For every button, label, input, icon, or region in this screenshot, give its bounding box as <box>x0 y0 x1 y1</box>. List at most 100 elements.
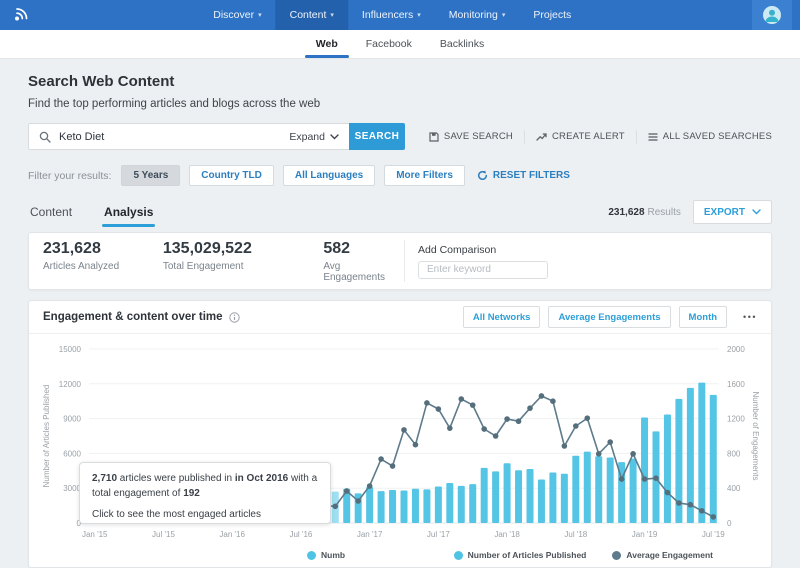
search-query-text: Keto Diet <box>59 131 281 143</box>
search-actions: SAVE SEARCH CREATE ALERT ALL SAVED SEARC… <box>418 130 772 144</box>
svg-text:12000: 12000 <box>59 380 82 389</box>
engagement-chart-card: Engagement & content over time All Netwo… <box>28 300 772 568</box>
save-search-button[interactable]: SAVE SEARCH <box>418 131 524 142</box>
info-icon[interactable] <box>229 312 240 323</box>
tooltip-text: articles were published in <box>117 473 235 484</box>
tooltip-engagement: 192 <box>183 488 200 499</box>
legend-item-average-engagement[interactable]: Average Engagement <box>612 550 713 560</box>
results-word: Results <box>648 207 681 218</box>
search-button[interactable]: SEARCH <box>349 123 405 150</box>
chevron-down-icon <box>330 134 339 140</box>
average-engagements-button[interactable]: Average Engagements <box>548 306 670 328</box>
app-logo[interactable] <box>10 3 32 27</box>
stat-avg-engagements: 582 Avg Engagements <box>309 240 404 283</box>
svg-text:15000: 15000 <box>59 345 82 354</box>
stat-value: 135,029,522 <box>163 240 309 258</box>
reset-filters-button[interactable]: RESET FILTERS <box>477 170 570 181</box>
svg-text:Jul '16: Jul '16 <box>289 530 312 539</box>
trending-up-icon <box>536 132 547 142</box>
summary-stats-card: 231,628 Articles Analyzed 135,029,522 To… <box>28 232 772 290</box>
export-button[interactable]: EXPORT <box>693 200 772 224</box>
export-label: EXPORT <box>704 207 745 218</box>
nav-item-projects[interactable]: Projects <box>519 0 585 30</box>
expand-label: Expand <box>289 131 325 143</box>
legend-item-partial[interactable]: Numb <box>307 550 347 560</box>
filter-label: Filter your results: <box>28 170 111 182</box>
stat-value: 582 <box>323 240 404 258</box>
tooltip-month: in Oct 2016 <box>235 473 288 484</box>
stat-label: Avg Engagements <box>323 261 404 283</box>
chart-body: 0030004006000800900012001200016001500020… <box>29 334 771 567</box>
all-networks-button[interactable]: All Networks <box>463 306 541 328</box>
expand-toggle[interactable]: Expand <box>289 131 339 143</box>
filter-chip-country-tld[interactable]: Country TLD <box>189 165 274 186</box>
tabs-right: 231,628Results EXPORT <box>605 200 772 227</box>
filter-chip-5-years[interactable]: 5 Years <box>121 165 180 186</box>
nav-item-discover[interactable]: Discover ▾ <box>199 0 275 30</box>
stat-articles-analyzed: 231,628 Articles Analyzed <box>29 240 149 283</box>
stat-label: Total Engagement <box>163 261 309 272</box>
svg-text:Jan '19: Jan '19 <box>632 530 658 539</box>
tab-facebook[interactable]: Facebook <box>352 30 426 58</box>
tooltip-line-1: 2,710 articles were published in in Oct … <box>92 472 318 501</box>
comparison-keyword-input[interactable] <box>418 261 548 279</box>
chevron-down-icon <box>752 209 761 215</box>
svg-text:Jan '17: Jan '17 <box>357 530 383 539</box>
chevron-down-icon: ▾ <box>502 11 506 19</box>
svg-text:Jan '18: Jan '18 <box>494 530 520 539</box>
stat-label: Articles Analyzed <box>43 261 149 272</box>
chevron-down-icon: ▾ <box>417 11 421 19</box>
chevron-down-icon: ▾ <box>258 11 262 19</box>
svg-text:Jul '15: Jul '15 <box>152 530 175 539</box>
nav-label: Projects <box>533 9 571 21</box>
page-title: Search Web Content <box>28 73 772 90</box>
svg-text:0: 0 <box>727 519 732 528</box>
stat-total-engagement: 135,029,522 Total Engagement <box>149 240 309 283</box>
create-alert-button[interactable]: CREATE ALERT <box>525 131 636 142</box>
tooltip-articles-count: 2,710 <box>92 473 117 484</box>
svg-text:Number of Articles Published: Number of Articles Published <box>42 385 51 488</box>
svg-text:Jan '16: Jan '16 <box>219 530 245 539</box>
svg-text:Jul '19: Jul '19 <box>702 530 725 539</box>
nav-label: Monitoring <box>449 9 498 21</box>
nav-label: Discover <box>213 9 254 21</box>
filter-chip-all-languages[interactable]: All Languages <box>283 165 375 186</box>
account-menu-button[interactable] <box>752 0 792 30</box>
svg-text:2000: 2000 <box>727 345 745 354</box>
search-row: Keto Diet Expand SEARCH SAVE SEARCH <box>28 123 772 150</box>
search-input[interactable]: Keto Diet Expand <box>28 123 349 150</box>
results-count: 231,628Results <box>605 206 681 218</box>
nav-item-monitoring[interactable]: Monitoring ▾ <box>435 0 520 30</box>
top-nav-bar: Discover ▾ Content ▾ Influencers ▾ Monit… <box>0 0 800 30</box>
analysis-tabs-row: Content Analysis 231,628Results EXPORT <box>28 200 772 227</box>
avatar <box>763 6 781 24</box>
tab-web[interactable]: Web <box>302 30 352 58</box>
chart-controls: All Networks Average Engagements Month •… <box>463 306 757 328</box>
nav-label: Influencers <box>362 9 413 21</box>
tab-content[interactable]: Content <box>28 205 74 227</box>
search-icon <box>39 131 51 143</box>
tab-analysis[interactable]: Analysis <box>102 205 155 227</box>
action-label: CREATE ALERT <box>552 131 625 142</box>
chart-title-text: Engagement & content over time <box>43 311 223 323</box>
engagement-chart[interactable]: 0030004006000800900012001200016001500020… <box>29 334 771 567</box>
filter-chip-more-filters[interactable]: More Filters <box>384 165 465 186</box>
action-label: SAVE SEARCH <box>444 131 513 142</box>
legend-item-articles-published[interactable]: Number of Articles Published <box>454 550 587 560</box>
more-options-icon[interactable]: ••• <box>743 312 757 322</box>
tooltip-cta: Click to see the most engaged articles <box>92 508 318 523</box>
filter-row: Filter your results: 5 Years Country TLD… <box>28 165 772 186</box>
nav-item-content[interactable]: Content ▾ <box>276 0 348 30</box>
chart-header: Engagement & content over time All Netwo… <box>29 301 771 334</box>
action-label: ALL SAVED SEARCHES <box>663 131 772 142</box>
all-saved-searches-button[interactable]: ALL SAVED SEARCHES <box>637 131 772 142</box>
page-subtitle: Find the top performing articles and blo… <box>28 98 772 110</box>
list-icon <box>648 132 658 142</box>
nav-item-influencers[interactable]: Influencers ▾ <box>348 0 435 30</box>
tab-backlinks[interactable]: Backlinks <box>426 30 498 58</box>
month-button[interactable]: Month <box>679 306 728 328</box>
svg-text:400: 400 <box>727 484 741 493</box>
refresh-icon <box>477 170 488 181</box>
reset-filters-label: RESET FILTERS <box>493 170 570 181</box>
legend-dot-slate <box>612 551 621 560</box>
